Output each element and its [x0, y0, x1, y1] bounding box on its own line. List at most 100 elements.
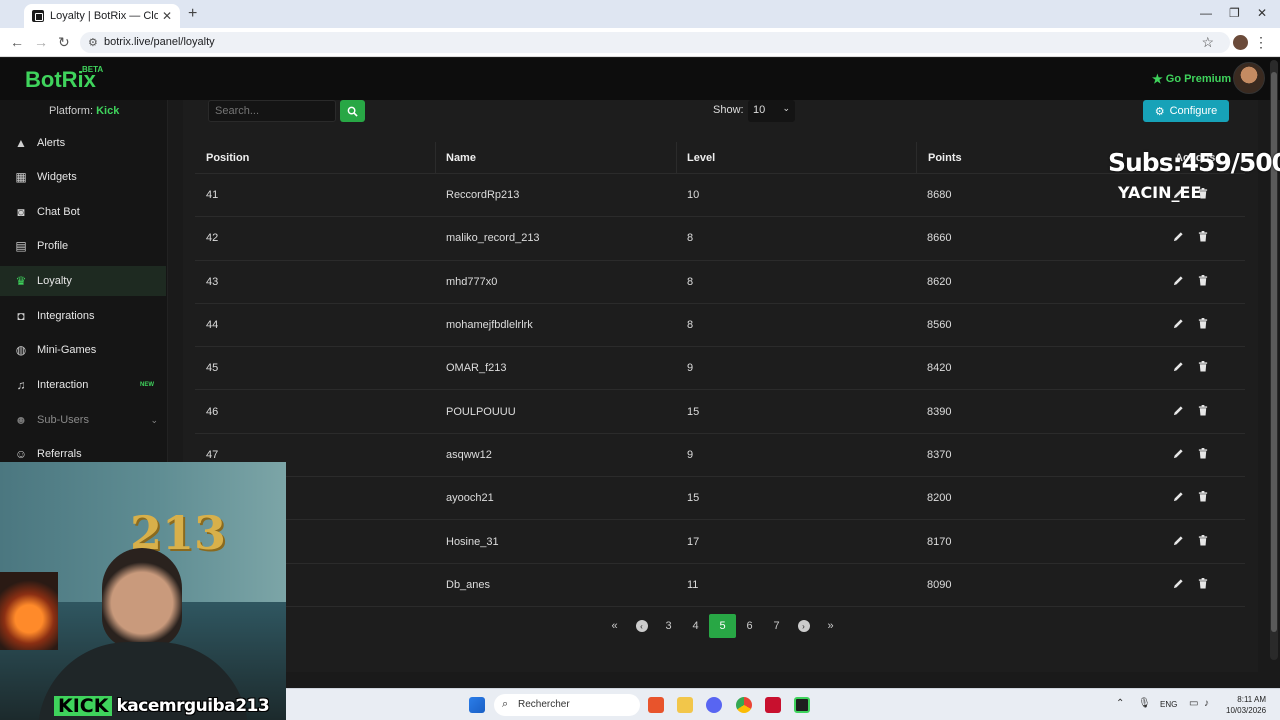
cell-points: 8200	[927, 492, 952, 505]
edit-icon[interactable]	[1173, 231, 1184, 245]
edit-icon[interactable]	[1173, 318, 1184, 332]
network-icon[interactable]: ▭	[1189, 698, 1198, 709]
delete-icon[interactable]	[1198, 491, 1208, 505]
edit-icon[interactable]	[1173, 405, 1184, 419]
browser-menu-icon[interactable]: ⋮	[1254, 34, 1268, 51]
edit-icon[interactable]	[1173, 578, 1184, 592]
forward-icon[interactable]: →	[34, 34, 48, 50]
edit-icon[interactable]	[1173, 361, 1184, 375]
taskbar-clock[interactable]: 8:11 AM 10/03/2026	[1226, 694, 1266, 716]
prev-page-button[interactable]: ‹	[628, 614, 655, 638]
header-name[interactable]: Name	[446, 152, 476, 164]
cell-points: 8680	[927, 189, 952, 202]
header-level[interactable]: Level	[687, 152, 715, 164]
minimize-icon[interactable]: —	[1200, 6, 1212, 20]
delete-icon[interactable]	[1198, 404, 1208, 419]
next-page-button[interactable]: ›	[790, 614, 817, 638]
chevron-down-icon: ⌄	[150, 414, 158, 425]
chevron-right-icon: ›	[797, 620, 810, 632]
warning-icon: ▲	[15, 136, 27, 150]
users-icon: ☻	[14, 413, 28, 427]
url-field[interactable]: ⚙ botrix.live/panel/loyalty	[80, 32, 1230, 53]
brave-icon[interactable]	[648, 697, 664, 713]
site-info-icon[interactable]: ⚙	[88, 36, 98, 49]
cell-name: mohamejfbdlelrlrk	[446, 319, 533, 332]
browser-tab[interactable]: Loyalty | BotRix — Cloud Strea ✕	[24, 4, 180, 28]
cell-position: 42	[206, 232, 219, 245]
microphone-icon[interactable]: 🎙	[1138, 698, 1151, 709]
chevron-down-icon: ⌄	[782, 103, 790, 113]
sidebar-item-chat-bot[interactable]: ◙ Chat Bot	[0, 197, 166, 227]
kick-app-icon[interactable]	[794, 697, 810, 713]
language-indicator[interactable]: ENG	[1160, 700, 1177, 709]
adobe-icon[interactable]	[765, 697, 781, 713]
beta-badge: BETA	[82, 65, 104, 74]
table-row: 44 mohamejfbdlelrlrk 8 8560	[195, 304, 1245, 348]
sidebar-item-label: Profile	[37, 240, 69, 252]
sidebar-item-sub-users[interactable]: ☻ Sub-Users ⌄	[0, 405, 166, 435]
edit-icon[interactable]	[1173, 491, 1184, 505]
delete-icon[interactable]	[1198, 534, 1208, 549]
header-points[interactable]: Points	[928, 152, 962, 164]
trophy-icon: ♛	[15, 274, 27, 288]
page-3-button[interactable]: 3	[655, 614, 682, 638]
new-tab-icon[interactable]: +	[188, 5, 197, 23]
volume-icon[interactable]: ♪	[1204, 698, 1209, 709]
edit-icon[interactable]	[1173, 448, 1184, 462]
table-row: 42 maliko_record_213 8 8660	[195, 217, 1245, 261]
browser-profile-avatar[interactable]	[1233, 35, 1248, 50]
sidebar-item-profile[interactable]: ▤ Profile	[0, 231, 166, 261]
show-count-select[interactable]: 10 ⌄	[748, 100, 795, 122]
sidebar-item-alerts[interactable]: ▲ Alerts	[0, 128, 166, 158]
page-4-button[interactable]: 4	[682, 614, 709, 638]
go-premium-button[interactable]: ★ Go Premium	[1152, 72, 1231, 86]
kick-logo: KICK	[54, 696, 113, 716]
sidebar-item-mini-games[interactable]: ◍ Mini-Games	[0, 335, 166, 365]
delete-icon[interactable]	[1198, 318, 1208, 332]
page-5-button[interactable]: 5	[709, 614, 736, 638]
search-input[interactable]	[208, 100, 336, 122]
cell-name: ReccordRp213	[446, 189, 520, 202]
page-7-button[interactable]: 7	[763, 614, 790, 638]
file-explorer-icon[interactable]	[677, 697, 693, 713]
chevron-up-icon[interactable]: ⌃	[1116, 698, 1124, 709]
gamepad-icon: ◍	[15, 343, 27, 357]
delete-icon[interactable]	[1198, 274, 1208, 289]
streamer-name-overlay: YACIN_EE	[1118, 183, 1202, 202]
discord-icon[interactable]	[706, 697, 722, 713]
sidebar-item-interaction[interactable]: ♫ Interaction NEW	[0, 370, 166, 400]
header-position[interactable]: Position	[206, 152, 249, 164]
page-6-button[interactable]: 6	[736, 614, 763, 638]
subs-goal-overlay: Subs:459/500	[1108, 148, 1280, 177]
cell-position: 43	[206, 275, 219, 288]
delete-icon[interactable]	[1198, 447, 1208, 462]
bookmark-star-icon[interactable]: ☆	[1201, 34, 1214, 51]
taskbar-search[interactable]: ⌕ Rechercher	[494, 694, 640, 716]
close-window-icon[interactable]: ✕	[1257, 6, 1267, 20]
delete-icon[interactable]	[1198, 577, 1208, 592]
edit-icon[interactable]	[1173, 275, 1184, 289]
chrome-icon[interactable]	[736, 697, 752, 713]
cell-level: 9	[687, 362, 694, 375]
table-body: 41 ReccordRp213 10 8680 42 maliko_record_213 8…	[195, 174, 1245, 607]
user-avatar[interactable]	[1233, 62, 1265, 94]
close-tab-icon[interactable]: ✕	[162, 9, 172, 23]
reload-icon[interactable]: ↻	[58, 34, 70, 51]
windows-start-icon[interactable]	[469, 697, 485, 713]
first-page-button[interactable]: «	[601, 614, 628, 638]
configure-button[interactable]: ⚙ Configure	[1143, 100, 1229, 122]
cell-position: 47	[206, 448, 219, 461]
show-label: Show:	[713, 104, 744, 116]
cell-position: 44	[206, 319, 219, 332]
sidebar-item-widgets[interactable]: ▦ Widgets	[0, 162, 166, 192]
back-icon[interactable]: ←	[10, 34, 24, 50]
restore-icon[interactable]: ❐	[1229, 6, 1240, 20]
last-page-button[interactable]: »	[817, 614, 844, 638]
sidebar-item-loyalty[interactable]: ♛ Loyalty	[0, 266, 166, 296]
new-badge: NEW	[140, 382, 154, 388]
delete-icon[interactable]	[1198, 361, 1208, 375]
delete-icon[interactable]	[1198, 231, 1208, 245]
sidebar-item-integrations[interactable]: ◘ Integrations	[0, 301, 166, 331]
edit-icon[interactable]	[1173, 535, 1184, 549]
search-button[interactable]	[340, 100, 365, 122]
